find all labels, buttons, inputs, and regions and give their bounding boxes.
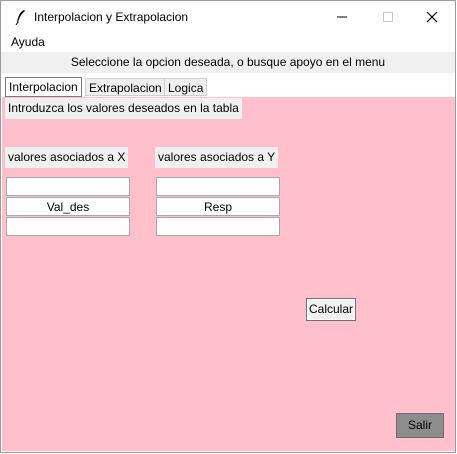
tab-extrapolacion[interactable]: Extrapolacion	[85, 78, 166, 96]
y-result-input[interactable]	[156, 197, 280, 216]
feather-icon	[15, 9, 27, 26]
tab-interpolacion[interactable]: Interpolacion	[5, 77, 82, 97]
interpolacion-panel: Introduzca los valores deseados en la ta…	[2, 97, 455, 451]
x-values-header: valores asociados a X	[5, 147, 129, 168]
menu-bar: Ayuda	[1, 33, 455, 52]
panel-instruction: Introduzca los valores deseados en la ta…	[5, 98, 242, 119]
y-values-header: valores asociados a Y	[155, 147, 279, 168]
tab-logica[interactable]: Logica	[164, 78, 208, 96]
window-title: Interpolacion y Extrapolacion	[34, 10, 189, 24]
maximize-button[interactable]	[365, 1, 411, 33]
exit-button[interactable]: Salir	[396, 413, 444, 438]
menu-ayuda[interactable]: Ayuda	[11, 35, 45, 49]
x-desired-value-input[interactable]	[6, 197, 130, 216]
maximize-icon	[383, 12, 393, 22]
x-value-input-2[interactable]	[6, 217, 130, 236]
minimize-button[interactable]	[319, 1, 365, 33]
y-value-input-1[interactable]	[156, 177, 280, 196]
app-window: Interpolacion y Extrapolacion Ayuda Sele…	[0, 0, 456, 453]
x-value-input-1[interactable]	[6, 177, 130, 196]
close-button[interactable]	[409, 1, 455, 33]
title-bar: Interpolacion y Extrapolacion	[1, 1, 455, 33]
y-value-input-2[interactable]	[156, 217, 280, 236]
minimize-icon	[337, 16, 347, 18]
close-icon	[426, 11, 438, 23]
instruction-banner: Seleccione la opcion deseada, o busque a…	[1, 52, 455, 73]
calculate-button[interactable]: Calcular	[306, 298, 356, 321]
